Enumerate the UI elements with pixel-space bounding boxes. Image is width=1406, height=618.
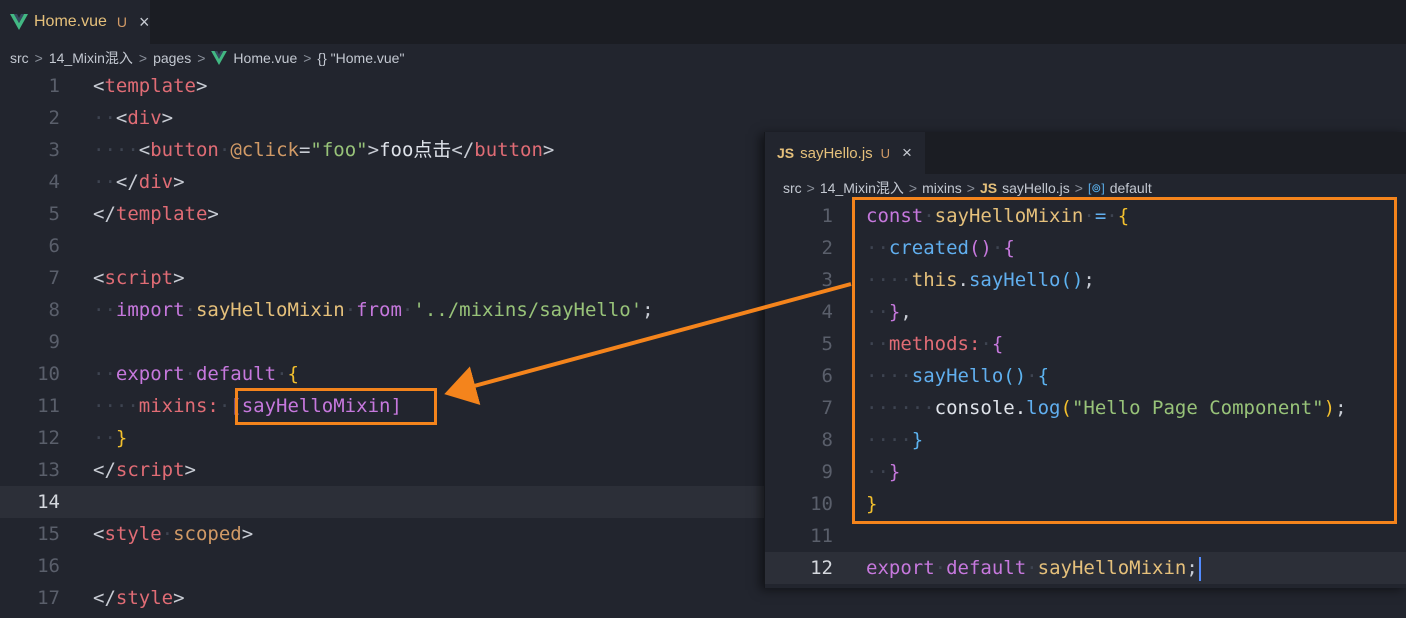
arrow-icon (444, 282, 852, 406)
